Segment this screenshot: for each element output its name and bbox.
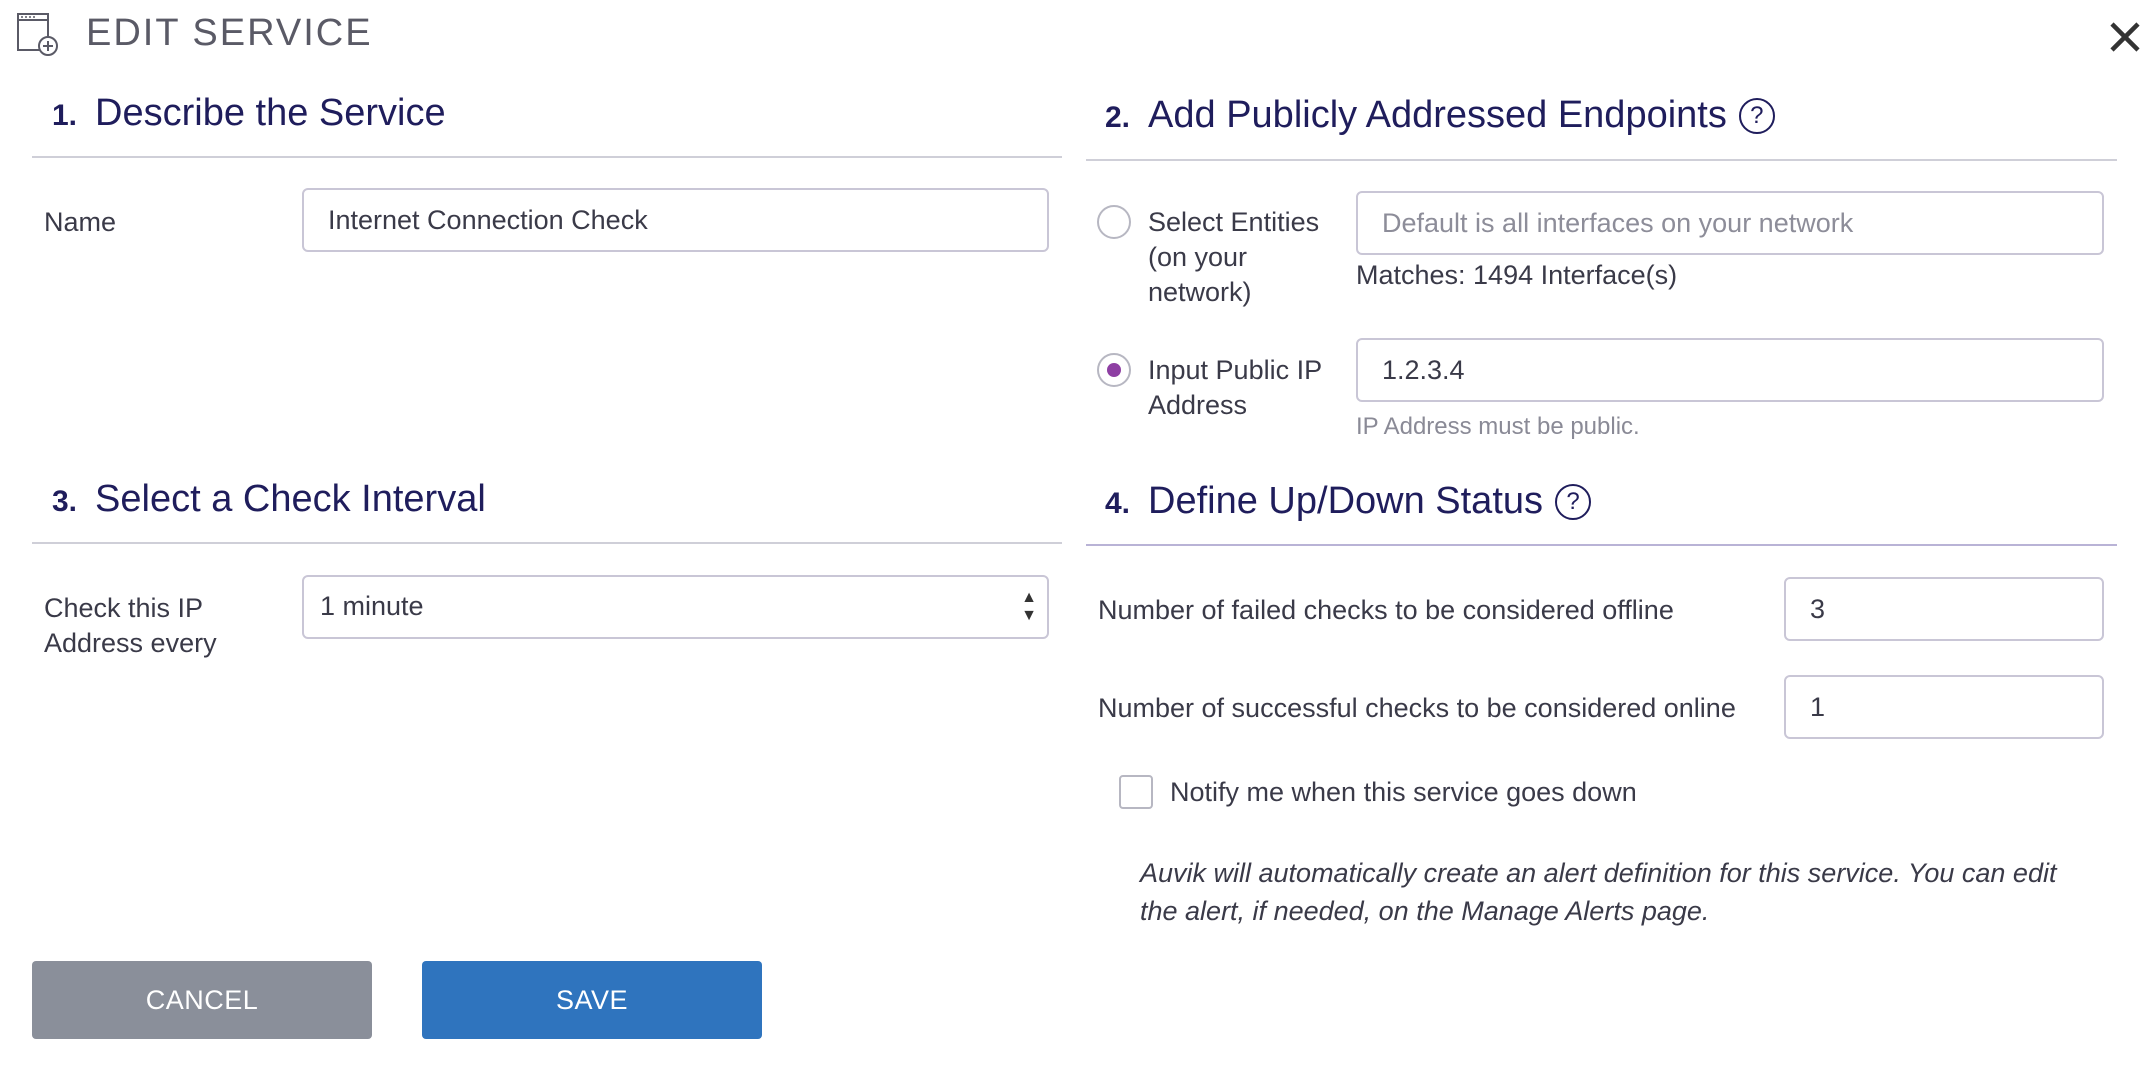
help-icon[interactable]: ? [1738, 98, 1775, 134]
select-entities-label: Select Entities (on your network) [1148, 205, 1319, 310]
interval-label: Check this IP Address every [44, 591, 217, 661]
divider [1086, 159, 2117, 161]
matches-count: Matches: 1494 Interface(s) [1356, 260, 1678, 290]
success-checks-input[interactable] [1784, 675, 2104, 739]
label-line: Check this IP [44, 593, 204, 623]
section-number: 4. [1105, 487, 1131, 520]
section-title: Define Up/Down Status [1148, 480, 1544, 522]
close-icon[interactable] [2106, 18, 2144, 56]
section-title: Add Publicly Addressed Endpoints [1148, 94, 1727, 136]
interval-select[interactable]: 1 minute ▲ ▼ [302, 575, 1049, 639]
section-interval-heading: 3. Select a Check Interval [52, 478, 486, 521]
ip-hint: IP Address must be public. [1356, 413, 1640, 440]
public-ip-radio[interactable] [1097, 353, 1131, 387]
section-number: 2. [1105, 101, 1131, 134]
label-line: Address every [44, 628, 217, 658]
section-number: 3. [52, 485, 78, 518]
section-status-heading: 4. Define Up/Down Status? [1105, 480, 1592, 523]
success-checks-label: Number of successful checks to be consid… [1098, 693, 1736, 723]
help-icon[interactable]: ? [1555, 484, 1592, 520]
select-arrows-icon: ▲ ▼ [1021, 589, 1037, 624]
notify-checkbox[interactable] [1119, 775, 1153, 809]
failed-checks-label: Number of failed checks to be considered… [1098, 595, 1674, 625]
public-ip-input[interactable] [1356, 338, 2104, 402]
label-line: Address [1148, 390, 1248, 420]
alert-note: Auvik will automatically create an alert… [1140, 854, 2056, 930]
label-line: (on your [1148, 242, 1248, 272]
note-line: Auvik will automatically create an alert… [1140, 858, 2057, 888]
public-ip-label: Input Public IP Address [1148, 353, 1322, 423]
label-line: Select Entities [1148, 207, 1320, 237]
label-line: network) [1148, 277, 1252, 307]
select-entities-radio[interactable] [1097, 205, 1131, 239]
failed-checks-input[interactable] [1784, 577, 2104, 641]
section-number: 1. [52, 99, 78, 132]
name-input[interactable] [302, 188, 1049, 252]
save-button[interactable]: SAVE [422, 961, 762, 1039]
label-line: Input Public IP [1148, 355, 1323, 385]
dialog-title: EDIT SERVICE [86, 12, 373, 54]
section-endpoints-heading: 2. Add Publicly Addressed Endpoints? [1105, 94, 1775, 137]
divider [32, 156, 1062, 158]
notify-label: Notify me when this service goes down [1170, 777, 1637, 807]
service-add-icon [17, 13, 58, 56]
section-describe-heading: 1. Describe the Service [52, 92, 446, 135]
divider [1086, 544, 2117, 546]
interval-selected-value: 1 minute [320, 591, 424, 621]
cancel-button[interactable]: CANCEL [32, 961, 372, 1039]
section-title: Select a Check Interval [95, 478, 486, 520]
name-label: Name [44, 207, 117, 237]
note-line: the alert, if needed, on the Manage Aler… [1140, 896, 1710, 926]
section-title: Describe the Service [95, 92, 446, 134]
entities-search-input[interactable] [1356, 191, 2104, 255]
divider [32, 542, 1062, 544]
radio-selected-dot [1107, 363, 1121, 377]
